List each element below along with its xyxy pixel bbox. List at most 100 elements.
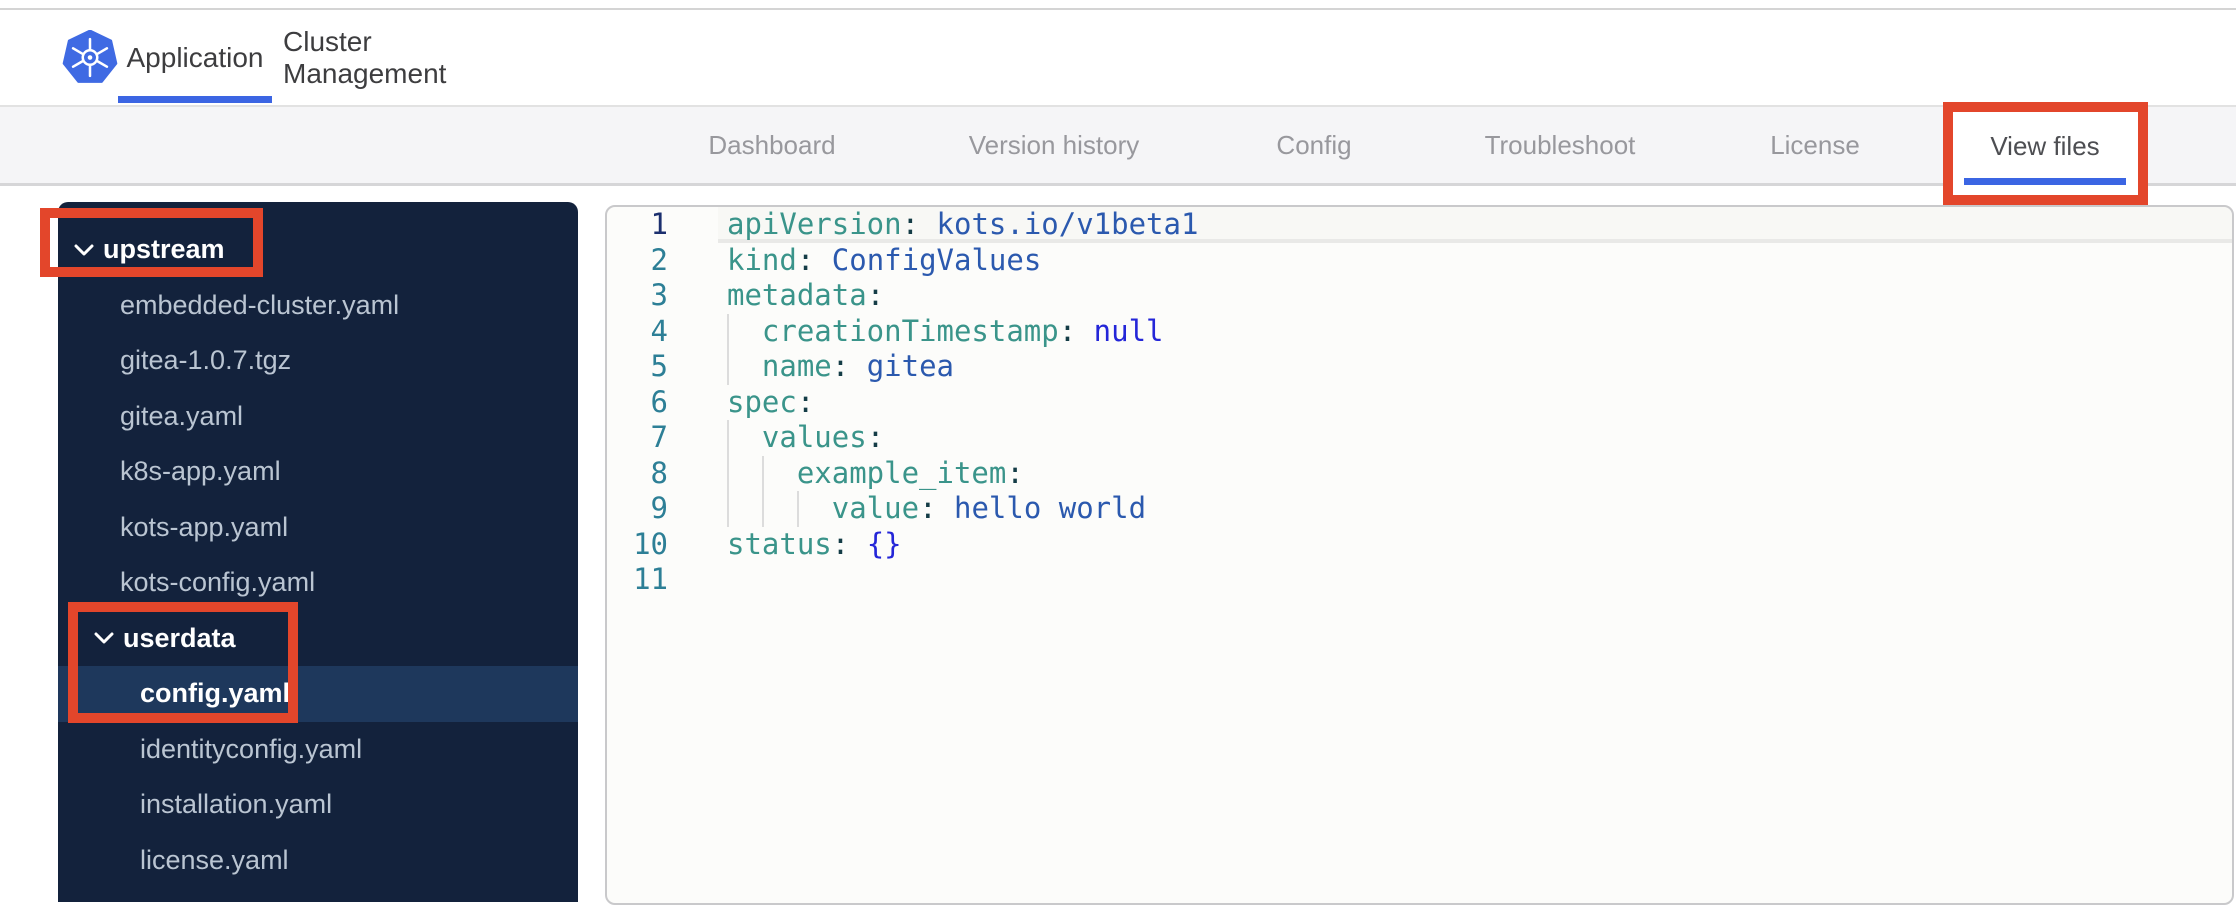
code-text: metadata: xyxy=(727,278,884,314)
file-label: gitea.yaml xyxy=(120,400,244,431)
file-label: kots-config.yaml xyxy=(120,567,316,598)
file-label: embedded-cluster.yaml xyxy=(120,289,400,320)
code-text: example_item: xyxy=(727,456,1024,492)
code-token: gitea xyxy=(849,349,954,383)
file-label: installation.yaml xyxy=(140,789,333,820)
file-label: config.yaml xyxy=(140,678,291,709)
code-token: ConfigValues xyxy=(814,242,1042,277)
nav-item-label: Troubleshoot xyxy=(1484,129,1636,160)
code-token: spec xyxy=(727,384,797,419)
folder-label: upstream xyxy=(103,234,225,265)
tree-item-embedded-cluster-yaml[interactable]: embedded-cluster.yaml xyxy=(58,278,578,334)
nav-item-license[interactable]: License xyxy=(1770,107,1860,183)
code-token: status xyxy=(727,526,832,561)
code-line-7: 7 values: xyxy=(607,420,2232,456)
nav-item-dashboard[interactable]: Dashboard xyxy=(708,107,835,183)
kubernetes-logo[interactable] xyxy=(62,29,118,86)
tree-item-kots-config-yaml[interactable]: kots-config.yaml xyxy=(58,555,578,611)
tree-item-config-yaml[interactable]: config.yaml xyxy=(58,666,578,722)
code-line-6: 6 spec: xyxy=(607,385,2232,421)
chevron-down-icon xyxy=(93,631,115,645)
code-line-2: 2 kind: ConfigValues xyxy=(607,243,2232,279)
code-token: : xyxy=(796,384,815,419)
code-token: : xyxy=(796,242,815,277)
code-text: values: xyxy=(727,420,884,456)
tree-item-gitea-1-0-7-tgz[interactable]: gitea-1.0.7.tgz xyxy=(58,333,578,389)
folder-label: userdata xyxy=(123,622,236,653)
code-token: value xyxy=(727,491,920,525)
nav-item-label: Config xyxy=(1276,129,1352,160)
nav-item-label: View files xyxy=(1990,131,2100,161)
tree-item-kots-app-yaml[interactable]: kots-app.yaml xyxy=(58,500,578,556)
file-tree-sidebar: upstream embedded-cluster.yaml gitea-1.0.7… xyxy=(58,202,578,902)
line-number: 1 xyxy=(650,207,668,241)
code-token: creationTimestamp xyxy=(727,313,1059,348)
code-token: metadata xyxy=(727,278,867,312)
code-token: apiVersion xyxy=(727,207,902,241)
nav-item-label: Dashboard xyxy=(708,129,836,160)
code-token: : xyxy=(919,491,937,525)
nav-item-version-history[interactable]: Version history xyxy=(969,107,1140,183)
file-label: k8s-app.yaml xyxy=(120,456,281,487)
tree-item-k8s-app-yaml[interactable]: k8s-app.yaml xyxy=(58,444,578,500)
tree-item-identityconfig-yaml[interactable]: identityconfig.yaml xyxy=(58,722,578,778)
header-tab-label: Cluster Management xyxy=(283,25,447,89)
code-token: : xyxy=(866,420,885,454)
tree-item-installation-yaml[interactable]: installation.yaml xyxy=(58,777,578,833)
app-nav-bar: Dashboard Version history Config Troublesho… xyxy=(0,107,2236,186)
line-number: 7 xyxy=(650,420,668,454)
code-text: name: gitea xyxy=(727,349,954,385)
code-line-5: 5 name: gitea xyxy=(607,349,2232,385)
code-token: : xyxy=(866,278,885,312)
file-label: license.yaml xyxy=(140,844,289,875)
line-number: 9 xyxy=(650,491,668,525)
nav-item-config[interactable]: Config xyxy=(1276,107,1351,183)
file-label: identityconfig.yaml xyxy=(140,733,363,764)
code-token: hello world xyxy=(936,491,1147,525)
header-tab-cluster-management[interactable]: Cluster Management xyxy=(283,10,498,105)
code-token: : xyxy=(1006,455,1024,490)
header-bar: Application Cluster Management xyxy=(0,10,2236,107)
line-number: 6 xyxy=(650,384,668,419)
code-token: {} xyxy=(849,526,902,561)
line-number: 8 xyxy=(650,455,668,490)
tree-item-userdata[interactable]: userdata xyxy=(58,611,578,667)
code-token: : xyxy=(831,349,850,383)
nav-item-label: License xyxy=(1770,129,1860,160)
nav-item-troubleshoot[interactable]: Troubleshoot xyxy=(1485,107,1636,183)
code-token: null xyxy=(1076,313,1164,348)
code-token: kind xyxy=(727,242,797,277)
code-text: spec: xyxy=(727,385,814,421)
line-number: 10 xyxy=(633,526,668,561)
code-line-3: 3 metadata: xyxy=(607,278,2232,314)
nav-item-view-files[interactable]: View files xyxy=(1952,107,2138,186)
line-number: 2 xyxy=(650,242,668,277)
code-token: kots.io/v1beta1 xyxy=(919,207,1199,241)
code-line-10: 10 status: {} xyxy=(607,527,2232,563)
line-number: 5 xyxy=(650,349,668,383)
code-text: kind: ConfigValues xyxy=(727,243,1041,279)
file-label: gitea-1.0.7.tgz xyxy=(120,345,292,376)
code-token: : xyxy=(831,526,850,561)
header-tab-application[interactable]: Application xyxy=(118,10,272,105)
code-editor[interactable]: 1 apiVersion: kots.io/v1beta1 2 kind: Confi… xyxy=(605,205,2234,905)
code-text: creationTimestamp: null xyxy=(727,314,1164,350)
nav-item-label: Version history xyxy=(968,129,1140,160)
chevron-down-icon xyxy=(73,243,95,257)
header-tab-label: Application xyxy=(126,41,264,73)
tree-item-license-yaml[interactable]: license.yaml xyxy=(58,833,578,889)
tree-item-upstream[interactable]: upstream xyxy=(58,222,578,278)
code-text: apiVersion: kots.io/v1beta1 xyxy=(727,207,1198,243)
code-text: status: {} xyxy=(727,527,902,563)
code-line-9: 9 value: hello world xyxy=(607,491,2232,527)
kubernetes-logo-icon xyxy=(62,29,118,83)
line-number: 3 xyxy=(650,278,668,312)
file-label: kots-app.yaml xyxy=(120,511,289,542)
code-line-11: 11 xyxy=(607,562,2232,598)
code-line-1: 1 apiVersion: kots.io/v1beta1 xyxy=(607,207,2232,243)
code-token: example_item xyxy=(727,455,1007,490)
line-number: 4 xyxy=(650,313,668,348)
tree-item-gitea-yaml[interactable]: gitea.yaml xyxy=(58,389,578,445)
code-token: : xyxy=(901,207,920,241)
code-token: values xyxy=(727,420,867,454)
